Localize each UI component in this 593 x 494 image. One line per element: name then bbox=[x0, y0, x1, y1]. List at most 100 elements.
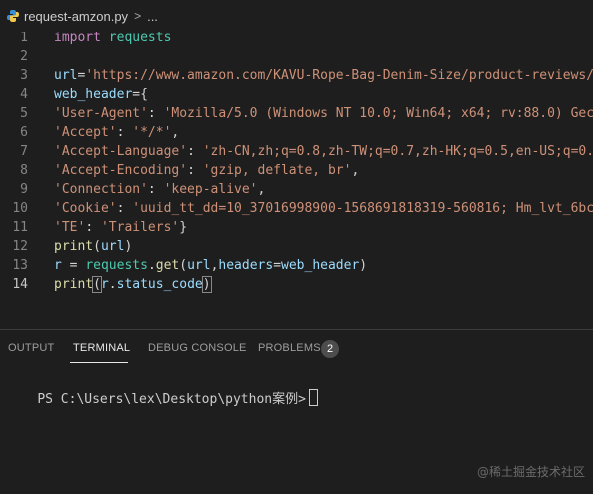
python-file-icon bbox=[7, 10, 19, 22]
code-token: } bbox=[179, 220, 188, 235]
code-token: : bbox=[187, 144, 203, 159]
code-token: requests bbox=[85, 258, 148, 273]
breadcrumb-more[interactable]: ... bbox=[147, 9, 158, 24]
code-token: 'Mozilla/5.0 (Windows NT 10.0; Win64; x6… bbox=[163, 106, 593, 121]
code-text: 'Accept-Language': 'zh-CN,zh;q=0.8,zh-TW… bbox=[54, 142, 593, 161]
code-token: , bbox=[171, 125, 180, 140]
breadcrumb-separator-icon: > bbox=[134, 9, 142, 23]
code-text: 'Accept': '*/*', bbox=[54, 123, 179, 142]
breadcrumb: request-amzon.py > ... bbox=[0, 0, 593, 32]
code-token: url bbox=[54, 68, 78, 83]
code-text: 'TE': 'Trailers'} bbox=[54, 218, 187, 237]
code-token: 'keep-alive' bbox=[163, 182, 258, 197]
line-number: 14 bbox=[12, 277, 28, 292]
line-number: 3 bbox=[20, 68, 28, 83]
code-line[interactable]: 11 'TE': 'Trailers'} bbox=[0, 218, 593, 237]
tab-terminal[interactable]: TERMINAL bbox=[73, 342, 130, 354]
code-token: 'Accept' bbox=[54, 125, 117, 140]
code-token: ) bbox=[359, 258, 368, 273]
code-token: 'Trailers' bbox=[100, 220, 180, 235]
code-token: ={ bbox=[132, 87, 148, 102]
code-token: 'Connection' bbox=[54, 182, 148, 197]
code-editor[interactable]: 1 import requests 2 3 url = 'https://www.amazo… bbox=[0, 32, 593, 316]
line-number: 7 bbox=[20, 144, 28, 159]
line-number: 6 bbox=[20, 125, 28, 140]
code-line[interactable]: 3 url='https://www.amazon.com/KAVU-Rope-B… bbox=[0, 66, 593, 85]
code-line[interactable]: 1 import requests bbox=[0, 32, 593, 47]
code-token: 'TE' bbox=[54, 220, 86, 235]
code-line[interactable]: 14 print(r.status_code) bbox=[0, 275, 593, 294]
code-token: : bbox=[116, 125, 133, 140]
code-token: . bbox=[108, 277, 117, 292]
code-line[interactable]: 7 'Accept-Language': 'zh-CN,zh;q=0.8,zh-T… bbox=[0, 142, 593, 161]
code-line[interactable]: 13 r = requests.get(url,headers=web_heade… bbox=[0, 256, 593, 275]
code-text: web_header={ bbox=[54, 85, 148, 104]
code-line[interactable]: 4 web_header={ bbox=[0, 85, 593, 104]
code-token: 'Cookie' bbox=[54, 201, 117, 216]
code-token: status_code bbox=[116, 277, 203, 292]
line-number: 4 bbox=[20, 87, 28, 102]
code-text: 'User-Agent': 'Mozilla/5.0 (Windows NT 1… bbox=[54, 104, 593, 123]
line-number: 5 bbox=[20, 106, 28, 121]
terminal-output[interactable]: PS C:\Users\lex\Desktop\python案例> bbox=[6, 373, 318, 422]
code-token: 'User-Agent' bbox=[54, 106, 148, 121]
code-token: ( bbox=[93, 239, 101, 254]
code-text: print(r.status_code) bbox=[54, 275, 212, 294]
code-line[interactable]: 9 'Connection': 'keep-alive', bbox=[0, 180, 593, 199]
line-number: 13 bbox=[12, 258, 28, 273]
code-text: 'Connection': 'keep-alive', bbox=[54, 180, 265, 199]
code-text: r = requests.get(url,headers=web_header) bbox=[54, 256, 367, 275]
code-token: 'uuid_tt_dd=10_37016998900-1568691818319… bbox=[132, 201, 593, 216]
code-token: ) bbox=[124, 239, 133, 254]
line-number: 8 bbox=[20, 163, 28, 178]
code-token: requests bbox=[108, 32, 172, 45]
code-token: get bbox=[155, 258, 180, 273]
code-token: , bbox=[351, 163, 360, 178]
code-token: r bbox=[100, 277, 109, 292]
code-token: print bbox=[54, 277, 94, 292]
code-token: url bbox=[100, 239, 125, 254]
code-text: import requests bbox=[54, 32, 171, 47]
code-line[interactable]: 8 'Accept-Encoding': 'gzip, deflate, br', bbox=[0, 161, 593, 180]
tab-problems[interactable]: PROBLEMS bbox=[258, 342, 321, 354]
watermark: @稀土掘金技术社区 bbox=[476, 465, 585, 479]
problems-count-badge: 2 bbox=[321, 340, 339, 358]
code-token: web_header bbox=[281, 258, 360, 273]
code-token: : bbox=[187, 163, 203, 178]
code-token: r bbox=[54, 258, 62, 273]
code-text: print(url) bbox=[54, 237, 132, 256]
code-token: : bbox=[147, 182, 164, 197]
code-token: = bbox=[273, 258, 282, 273]
code-token: . bbox=[147, 258, 156, 273]
code-text: 'Cookie': 'uuid_tt_dd=10_37016998900-156… bbox=[54, 199, 593, 218]
code-token: 'https://www.amazon.com/KAVU-Rope-Bag-De… bbox=[85, 68, 593, 83]
code-token: 'zh-CN,zh;q=0.8,zh-TW;q=0.7,zh-HK;q=0.5,… bbox=[202, 144, 593, 159]
terminal-cursor bbox=[308, 389, 318, 406]
tab-debug-console[interactable]: DEBUG CONSOLE bbox=[148, 342, 247, 354]
line-number: 2 bbox=[20, 49, 28, 64]
code-token: = bbox=[61, 258, 86, 273]
line-number: 11 bbox=[12, 220, 28, 235]
line-number: 10 bbox=[12, 201, 28, 216]
code-line[interactable]: 12 print(url) bbox=[0, 237, 593, 256]
code-line[interactable]: 2 bbox=[0, 47, 593, 66]
panel-tabs: OUTPUT TERMINAL DEBUG CONSOLE PROBLEMS 2 bbox=[0, 330, 593, 368]
tab-output[interactable]: OUTPUT bbox=[8, 342, 54, 354]
active-tab-indicator bbox=[70, 362, 128, 363]
code-token: ) bbox=[201, 276, 212, 293]
code-token: headers bbox=[218, 258, 274, 273]
code-token: web_header bbox=[54, 87, 133, 102]
code-token: : bbox=[85, 220, 101, 235]
code-line[interactable]: 6 'Accept': '*/*', bbox=[0, 123, 593, 142]
bottom-panel: OUTPUT TERMINAL DEBUG CONSOLE PROBLEMS 2… bbox=[0, 329, 593, 494]
code-token: import bbox=[54, 32, 101, 45]
code-token: : bbox=[116, 201, 133, 216]
code-line[interactable]: 5 'User-Agent': 'Mozilla/5.0 (Windows NT … bbox=[0, 104, 593, 123]
code-token: 'Accept-Language' bbox=[54, 144, 188, 159]
code-token: 'gzip, deflate, br' bbox=[202, 163, 352, 178]
code-token: : bbox=[147, 106, 164, 121]
code-line[interactable]: 10 'Cookie': 'uuid_tt_dd=10_37016998900-1… bbox=[0, 199, 593, 218]
line-number: 12 bbox=[12, 239, 28, 254]
breadcrumb-file[interactable]: request-amzon.py bbox=[24, 9, 128, 24]
line-number: 1 bbox=[20, 32, 28, 45]
